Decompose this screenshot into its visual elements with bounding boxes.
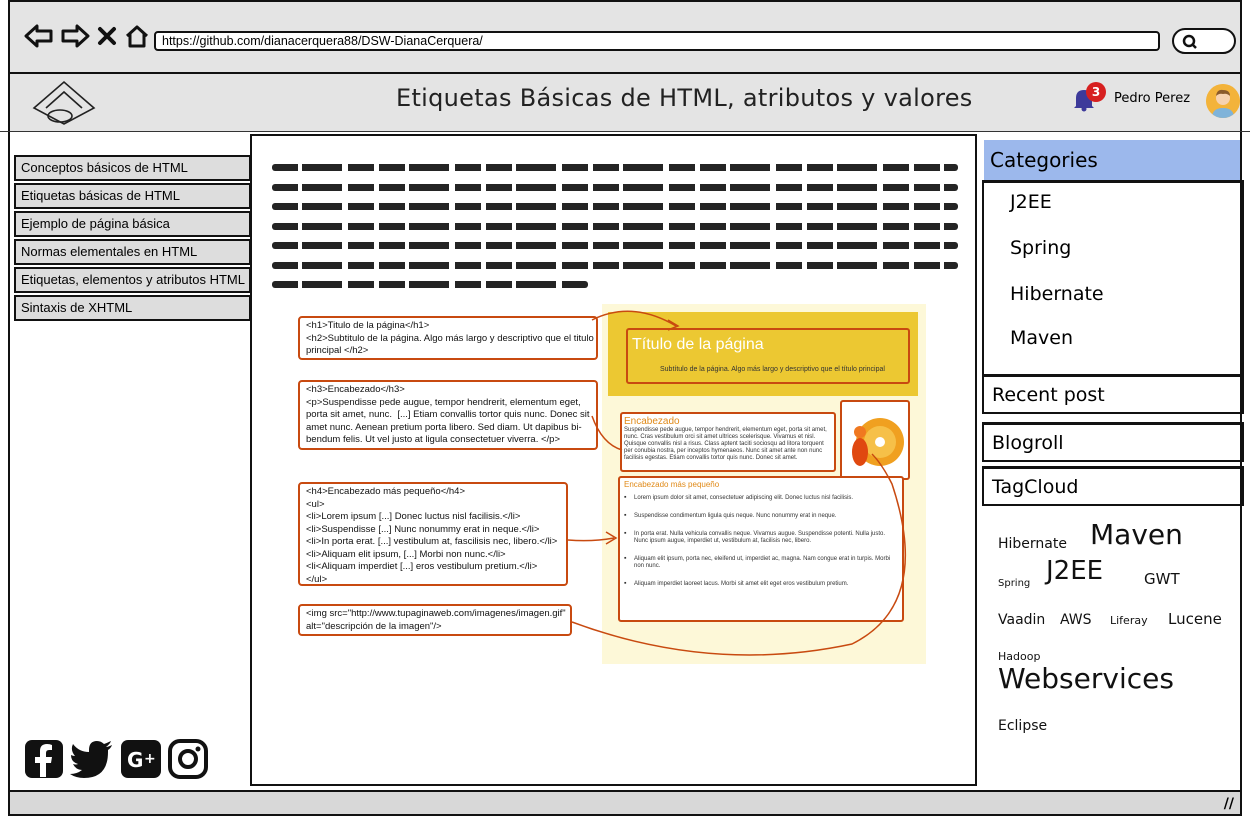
svg-text:+: +: [144, 751, 156, 767]
tagcloud-section[interactable]: TagCloud: [982, 466, 1244, 506]
categories-list: J2EE Spring Hibernate Maven: [982, 180, 1244, 376]
cd-image-icon: [852, 418, 904, 466]
preview-section: Encabezado Suspendisse pede augue, tempo…: [620, 412, 836, 472]
google-plus-icon[interactable]: G +: [120, 739, 162, 779]
forward-arrow-icon[interactable]: [60, 24, 90, 48]
tag[interactable]: Webservices: [998, 662, 1174, 695]
logo-icon: [32, 80, 96, 125]
back-arrow-icon[interactable]: [24, 24, 54, 48]
code-img: <img src="http://www.tupaginaweb.com/ima…: [298, 604, 572, 636]
search-icon: [1182, 34, 1197, 49]
preview-title: Título de la página: [632, 336, 764, 353]
preview-image: [840, 400, 910, 480]
twitter-icon[interactable]: [70, 740, 114, 778]
tag[interactable]: Spring: [998, 578, 1030, 589]
nav-icons: [24, 24, 150, 48]
notification-badge: 3: [1086, 82, 1106, 102]
sidebar-item-ejemplo-pagina[interactable]: Ejemplo de página básica: [14, 211, 252, 237]
list-item: Lorem ipsum dolor sit amet, consectetuer…: [624, 494, 898, 502]
home-icon[interactable]: [124, 24, 150, 48]
main-content: <h1>Titulo de la página</h1> <h2>Subtitu…: [250, 134, 977, 786]
list-item: Aliquam imperdiet laoreet lacus. Morbi s…: [624, 580, 898, 588]
scribble-line: [272, 203, 958, 210]
scribble-line: [272, 242, 958, 249]
recent-post-section[interactable]: Recent post: [982, 374, 1244, 414]
code-h4-ul: <h4>Encabezado más pequeño</h4> <ul> <li…: [298, 482, 568, 586]
search-box[interactable]: [1172, 28, 1236, 54]
category-item[interactable]: Spring: [1010, 237, 1071, 259]
category-item[interactable]: J2EE: [1010, 191, 1052, 213]
list-item: Suspendisse condimentum ligula quis nequ…: [624, 512, 898, 520]
tag[interactable]: Maven: [1090, 518, 1183, 551]
rendered-preview: Título de la página Subtítulo de la pági…: [602, 304, 926, 664]
placeholder-text: [272, 164, 958, 301]
tag[interactable]: Eclipse: [998, 718, 1047, 734]
user-name[interactable]: Pedro Perez: [1114, 91, 1190, 106]
facebook-icon[interactable]: [24, 739, 64, 779]
categories-heading: Categories: [984, 140, 1240, 182]
preview-subtitle: Subtítulo de la página. Algo más largo y…: [660, 366, 885, 373]
category-item[interactable]: Hibernate: [1010, 283, 1104, 305]
url-input[interactable]: https://github.com/dianacerquera88/DSW-D…: [154, 31, 1160, 51]
scribble-line: [272, 183, 958, 191]
list-item: In porta erat. Nulla vehicula convallis …: [624, 530, 898, 545]
tag[interactable]: Lucene: [1168, 610, 1222, 628]
tag[interactable]: J2EE: [1046, 556, 1103, 586]
svg-text:G: G: [127, 748, 143, 772]
avatar[interactable]: [1206, 84, 1240, 118]
social-links: G +: [24, 739, 208, 779]
resize-handle-icon[interactable]: //: [1224, 796, 1234, 812]
right-sidebar: Categories J2EE Spring Hibernate Maven R…: [980, 134, 1244, 780]
preview-section-heading: Encabezado: [624, 416, 680, 427]
preview-list: Encabezado más pequeño Lorem ipsum dolor…: [618, 476, 904, 622]
sidebar-item-sintaxis-xhtml[interactable]: Sintaxis de XHTML: [14, 295, 252, 321]
category-item[interactable]: Maven: [1010, 327, 1073, 349]
preview-section-text: Suspendisse pede augue, tempor hendrerit…: [624, 427, 827, 461]
instagram-icon[interactable]: [168, 739, 208, 779]
tag[interactable]: GWT: [1144, 570, 1180, 588]
tag[interactable]: Vaadin: [998, 612, 1045, 628]
user-avatar-icon: [1206, 84, 1240, 118]
blogroll-section[interactable]: Blogroll: [982, 422, 1244, 462]
sidebar-item-conceptos-basicos[interactable]: Conceptos básicos de HTML: [14, 155, 252, 181]
sidebar-item-normas-elementales[interactable]: Normas elementales en HTML: [14, 239, 252, 265]
page-title: Etiquetas Básicas de HTML, atributos y v…: [396, 84, 973, 112]
tag[interactable]: Hibernate: [998, 536, 1067, 552]
tag[interactable]: Liferay: [1110, 614, 1148, 627]
tag[interactable]: AWS: [1060, 612, 1092, 628]
close-icon[interactable]: [96, 24, 118, 48]
code-h3-p: <h3>Encabezado</h3> <p>Suspendisse pede …: [298, 380, 598, 450]
sidebar-item-etiquetas-elementos-atributos[interactable]: Etiquetas, elementos y atributos HTML: [14, 267, 252, 293]
left-sidebar: Conceptos básicos de HTML Etiquetas bási…: [14, 155, 252, 323]
code-h1-h2: <h1>Titulo de la página</h1> <h2>Subtitu…: [298, 316, 598, 360]
list-item: Aliquam elit ipsum, porta nec, eleifend …: [624, 555, 898, 570]
status-bar: //: [8, 790, 1242, 816]
html-example-image: <h1>Titulo de la página</h1> <h2>Subtitu…: [292, 304, 932, 674]
scribble-line: [272, 222, 958, 230]
sidebar-item-etiquetas-basicas[interactable]: Etiquetas básicas de HTML: [14, 183, 252, 209]
scribble-line: [272, 281, 588, 288]
header-divider: [0, 131, 1250, 132]
scribble-line: [272, 164, 958, 171]
scribble-line: [272, 261, 958, 269]
preview-list-heading: Encabezado más pequeño: [624, 480, 720, 489]
